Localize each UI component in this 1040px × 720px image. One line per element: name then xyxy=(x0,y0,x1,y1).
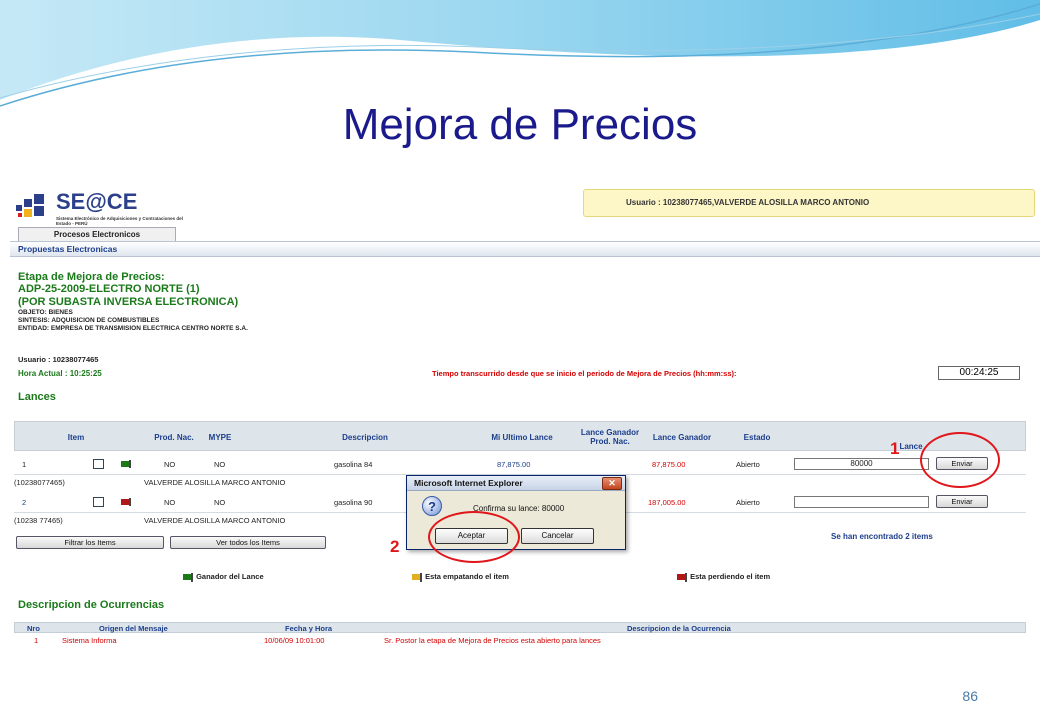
row-descripcion: gasolina 84 xyxy=(334,460,373,469)
row-select-checkbox[interactable] xyxy=(93,459,104,469)
enviar-button-row-2[interactable]: Enviar xyxy=(936,495,988,508)
process-sintesis: SINTESIS: ADQUISICION DE COMBUSTIBLES xyxy=(18,317,160,324)
seace-logo: SE@CE Sistema Electrónico de Adquisicion… xyxy=(12,187,197,229)
col-lance-ganador: Lance Ganador xyxy=(652,432,712,442)
items-found-message: Se han encontrado 2 items xyxy=(831,532,933,541)
legend-perdiendo: Esta perdiendo el item xyxy=(676,572,770,582)
row-mype: NO xyxy=(214,498,226,507)
slide: Mejora de Precios SE@CE Sistema Electrón… xyxy=(0,0,1040,720)
callout-circle-1 xyxy=(920,432,1000,488)
legend-ganador: Ganador del Lance xyxy=(182,572,264,582)
col-descripcion-ocurrencia: Descripcion de la Ocurrencia xyxy=(627,624,731,633)
callout-number-2: 2 xyxy=(390,537,400,556)
row-postor-nombre: VALVERDE ALOSILLA MARCO ANTONIO xyxy=(144,516,286,525)
legend-empatando-label: Esta empatando el item xyxy=(425,572,509,581)
seace-brand-subtitle: Sistema Electrónico de Adquisiciones y C… xyxy=(56,216,183,226)
col-fecha: Fecha y Hora xyxy=(285,624,333,633)
row-postor-ruc: (10238077465) xyxy=(14,478,65,487)
process-modality: (POR SUBASTA INVERSA ELECTRONICA) xyxy=(18,296,239,308)
process-entidad: ENTIDAD: EMPRESA DE TRANSMISION ELECTRIC… xyxy=(18,325,248,332)
row-postor-ruc: (10238 77465) xyxy=(14,516,63,525)
sea-ce-screenshot: SE@CE Sistema Electrónico de Adquisicion… xyxy=(10,183,1040,663)
callout-number-1: 1 xyxy=(890,439,900,458)
lance-row-1: 1 NO NO gasolina 84 87,875.00 87,875.00 … xyxy=(14,456,1026,472)
nav-bar: Propuestas Electronicas xyxy=(10,241,1040,257)
tie-flag-icon xyxy=(412,572,422,582)
winner-flag-icon xyxy=(183,572,193,582)
row-postor-2: (10238 77465) VALVERDE ALOSILLA MARCO AN… xyxy=(14,516,285,525)
callout-circle-2 xyxy=(428,511,520,563)
losing-flag-icon xyxy=(121,498,131,506)
row-mype: NO xyxy=(214,460,226,469)
lance-input-row-2[interactable] xyxy=(794,496,929,508)
elapsed-time-label: Tiempo transcurrido desde que se inicio … xyxy=(432,369,737,378)
col-mi-ultimo-lance: Mi Ultimo Lance xyxy=(491,432,553,442)
legend-empatando: Esta empatando el item xyxy=(411,572,509,582)
lances-table-header: Item Prod. Nac. MYPE Descripcion Mi Ulti… xyxy=(14,421,1026,451)
usuario-line: Usuario : 10238077465 xyxy=(18,355,99,364)
row-mi-ultimo-lance: 87,875.00 xyxy=(497,460,531,469)
process-objeto: OBJETO: BIENES xyxy=(18,309,73,316)
row-lance-ganador: 187,005.00 xyxy=(648,498,686,507)
row-item-number[interactable]: 2 xyxy=(22,498,26,507)
row-lance-ganador: 87,875.00 xyxy=(652,460,686,469)
ocurrencias-section-title: Descripcion de Ocurrencias xyxy=(18,599,165,611)
col-lance-ganador-prod-nac: Lance Ganador Prod. Nac. xyxy=(580,428,640,446)
row-postor-1: (10238077465) VALVERDE ALOSILLA MARCO AN… xyxy=(14,478,285,487)
filter-items-button[interactable]: Filtrar los Items xyxy=(16,536,164,549)
header-swoosh-decoration xyxy=(0,0,1040,107)
ocurrencia-nro: 1 xyxy=(34,636,39,645)
losing-flag-icon xyxy=(677,572,687,582)
legend-perdiendo-label: Esta perdiendo el item xyxy=(690,572,771,581)
col-nro: Nro xyxy=(27,624,40,633)
dialog-cancel-button[interactable]: Cancelar xyxy=(521,528,594,544)
row-prod-nac: NO xyxy=(164,460,176,469)
dialog-close-icon[interactable]: ✕ xyxy=(602,477,622,490)
dialog-title: Microsoft Internet Explorer xyxy=(407,476,625,491)
elapsed-time-field: 00:24:25 xyxy=(938,366,1020,380)
col-mype: MYPE xyxy=(208,432,232,442)
slide-title: Mejora de Precios xyxy=(342,100,698,149)
winner-flag-icon xyxy=(121,460,131,468)
lances-section-title: Lances xyxy=(18,391,56,403)
process-header: Etapa de Mejora de Precios: ADP-25-2009-… xyxy=(18,271,248,333)
row-estado: Abierto xyxy=(736,460,760,469)
ocurrencias-table-header: Nro Origen del Mensaje Fecha y Hora Desc… xyxy=(14,622,1026,633)
question-icon: ? xyxy=(422,496,442,516)
col-descripcion: Descripcion xyxy=(342,432,388,442)
legend-ganador-label: Ganador del Lance xyxy=(196,572,264,581)
user-info-box: Usuario : 10238077465,VALVERDE ALOSILLA … xyxy=(583,189,1035,217)
tab-procesos-electronicos[interactable]: Procesos Electronicos xyxy=(18,227,176,241)
row-select-checkbox[interactable] xyxy=(93,497,104,507)
ocurrencia-descripcion: Sr. Postor la etapa de Mejora de Precios… xyxy=(384,636,601,645)
ocurrencia-origen: Sistema Informa xyxy=(62,636,117,645)
view-all-items-button[interactable]: Ver todos los Items xyxy=(170,536,326,549)
row-descripcion: gasolina 90 xyxy=(334,498,373,507)
ocurrencia-fecha: 10/06/09 10:01:00 xyxy=(264,636,325,645)
stage-heading: Etapa de Mejora de Precios: xyxy=(18,271,165,283)
seace-brand-text: SE@CE xyxy=(56,189,138,214)
row-item-number: 1 xyxy=(22,460,27,469)
seace-logo-mark-icon xyxy=(16,194,44,217)
row-postor-nombre: VALVERDE ALOSILLA MARCO ANTONIO xyxy=(144,478,286,487)
col-estado: Estado xyxy=(743,432,771,442)
col-origen: Origen del Mensaje xyxy=(99,624,168,633)
page-number: 86 xyxy=(962,688,978,704)
hora-actual: Hora Actual : 10:25:25 xyxy=(18,369,102,378)
row-prod-nac: NO xyxy=(164,498,176,507)
row-estado: Abierto xyxy=(736,498,760,507)
col-prod-nac: Prod. Nac. xyxy=(154,432,194,442)
col-item: Item xyxy=(67,432,85,442)
nav-link-propuestas-electronicas[interactable]: Propuestas Electronicas xyxy=(18,244,117,254)
lance-input-row-1[interactable]: 80000 xyxy=(794,458,929,470)
process-code: ADP-25-2009-ELECTRO NORTE (1) xyxy=(18,283,200,295)
